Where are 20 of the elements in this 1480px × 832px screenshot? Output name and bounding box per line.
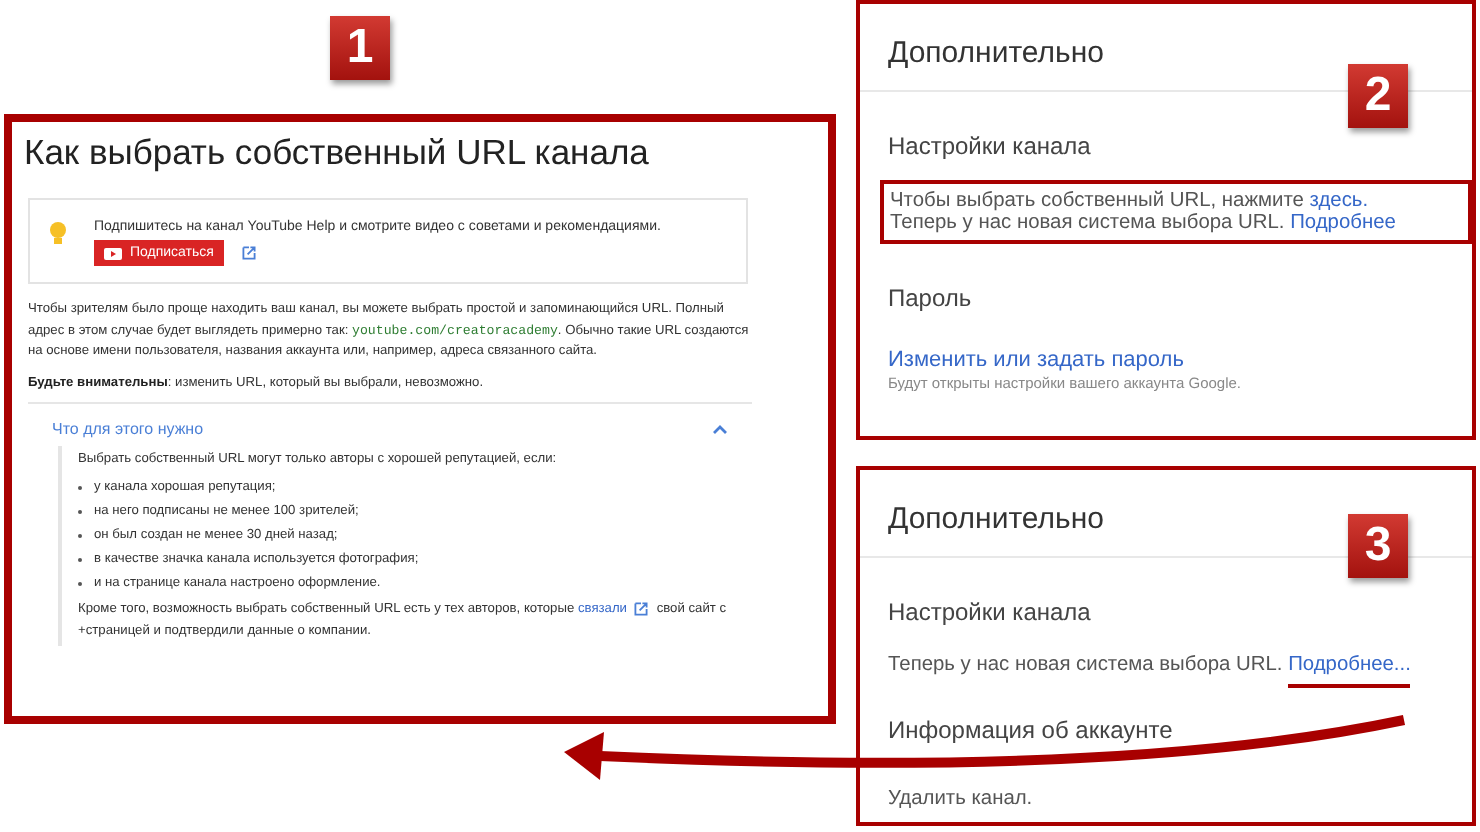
step-badge: 1 xyxy=(330,16,390,80)
link[interactable]: Подробнее xyxy=(1290,212,1396,234)
delete-channel-link[interactable]: Удалить канал. xyxy=(888,788,1472,810)
settings-note: Чтобы выбрать собственный URL, нажмите здесь. xyxy=(890,190,1371,212)
accordion-title[interactable]: Что для этого нужно xyxy=(52,419,204,437)
play-icon xyxy=(104,247,122,259)
section-heading: Пароль xyxy=(888,284,974,312)
change-password-link[interactable]: Изменить или задать пароль xyxy=(888,348,1472,372)
section-heading: Информация об аккаунте xyxy=(888,716,1175,744)
section-heading: Настройки канала xyxy=(888,598,1093,626)
step-badge: 3 xyxy=(1348,514,1408,578)
link[interactable]: здесь. xyxy=(1309,190,1369,212)
settings-note: Теперь у нас новая система выбора URL. Подробнее xyxy=(890,212,1398,234)
external-link-icon[interactable] xyxy=(241,246,256,260)
lightbulb-icon xyxy=(50,222,66,246)
section-heading: Настройки канала xyxy=(888,132,1093,160)
external-link-icon[interactable] xyxy=(633,601,647,616)
chevron-icon[interactable] xyxy=(712,423,728,433)
article-title: Как выбрать собственный URL канала xyxy=(24,130,651,174)
link[interactable]: Подробнее... xyxy=(1288,654,1411,688)
